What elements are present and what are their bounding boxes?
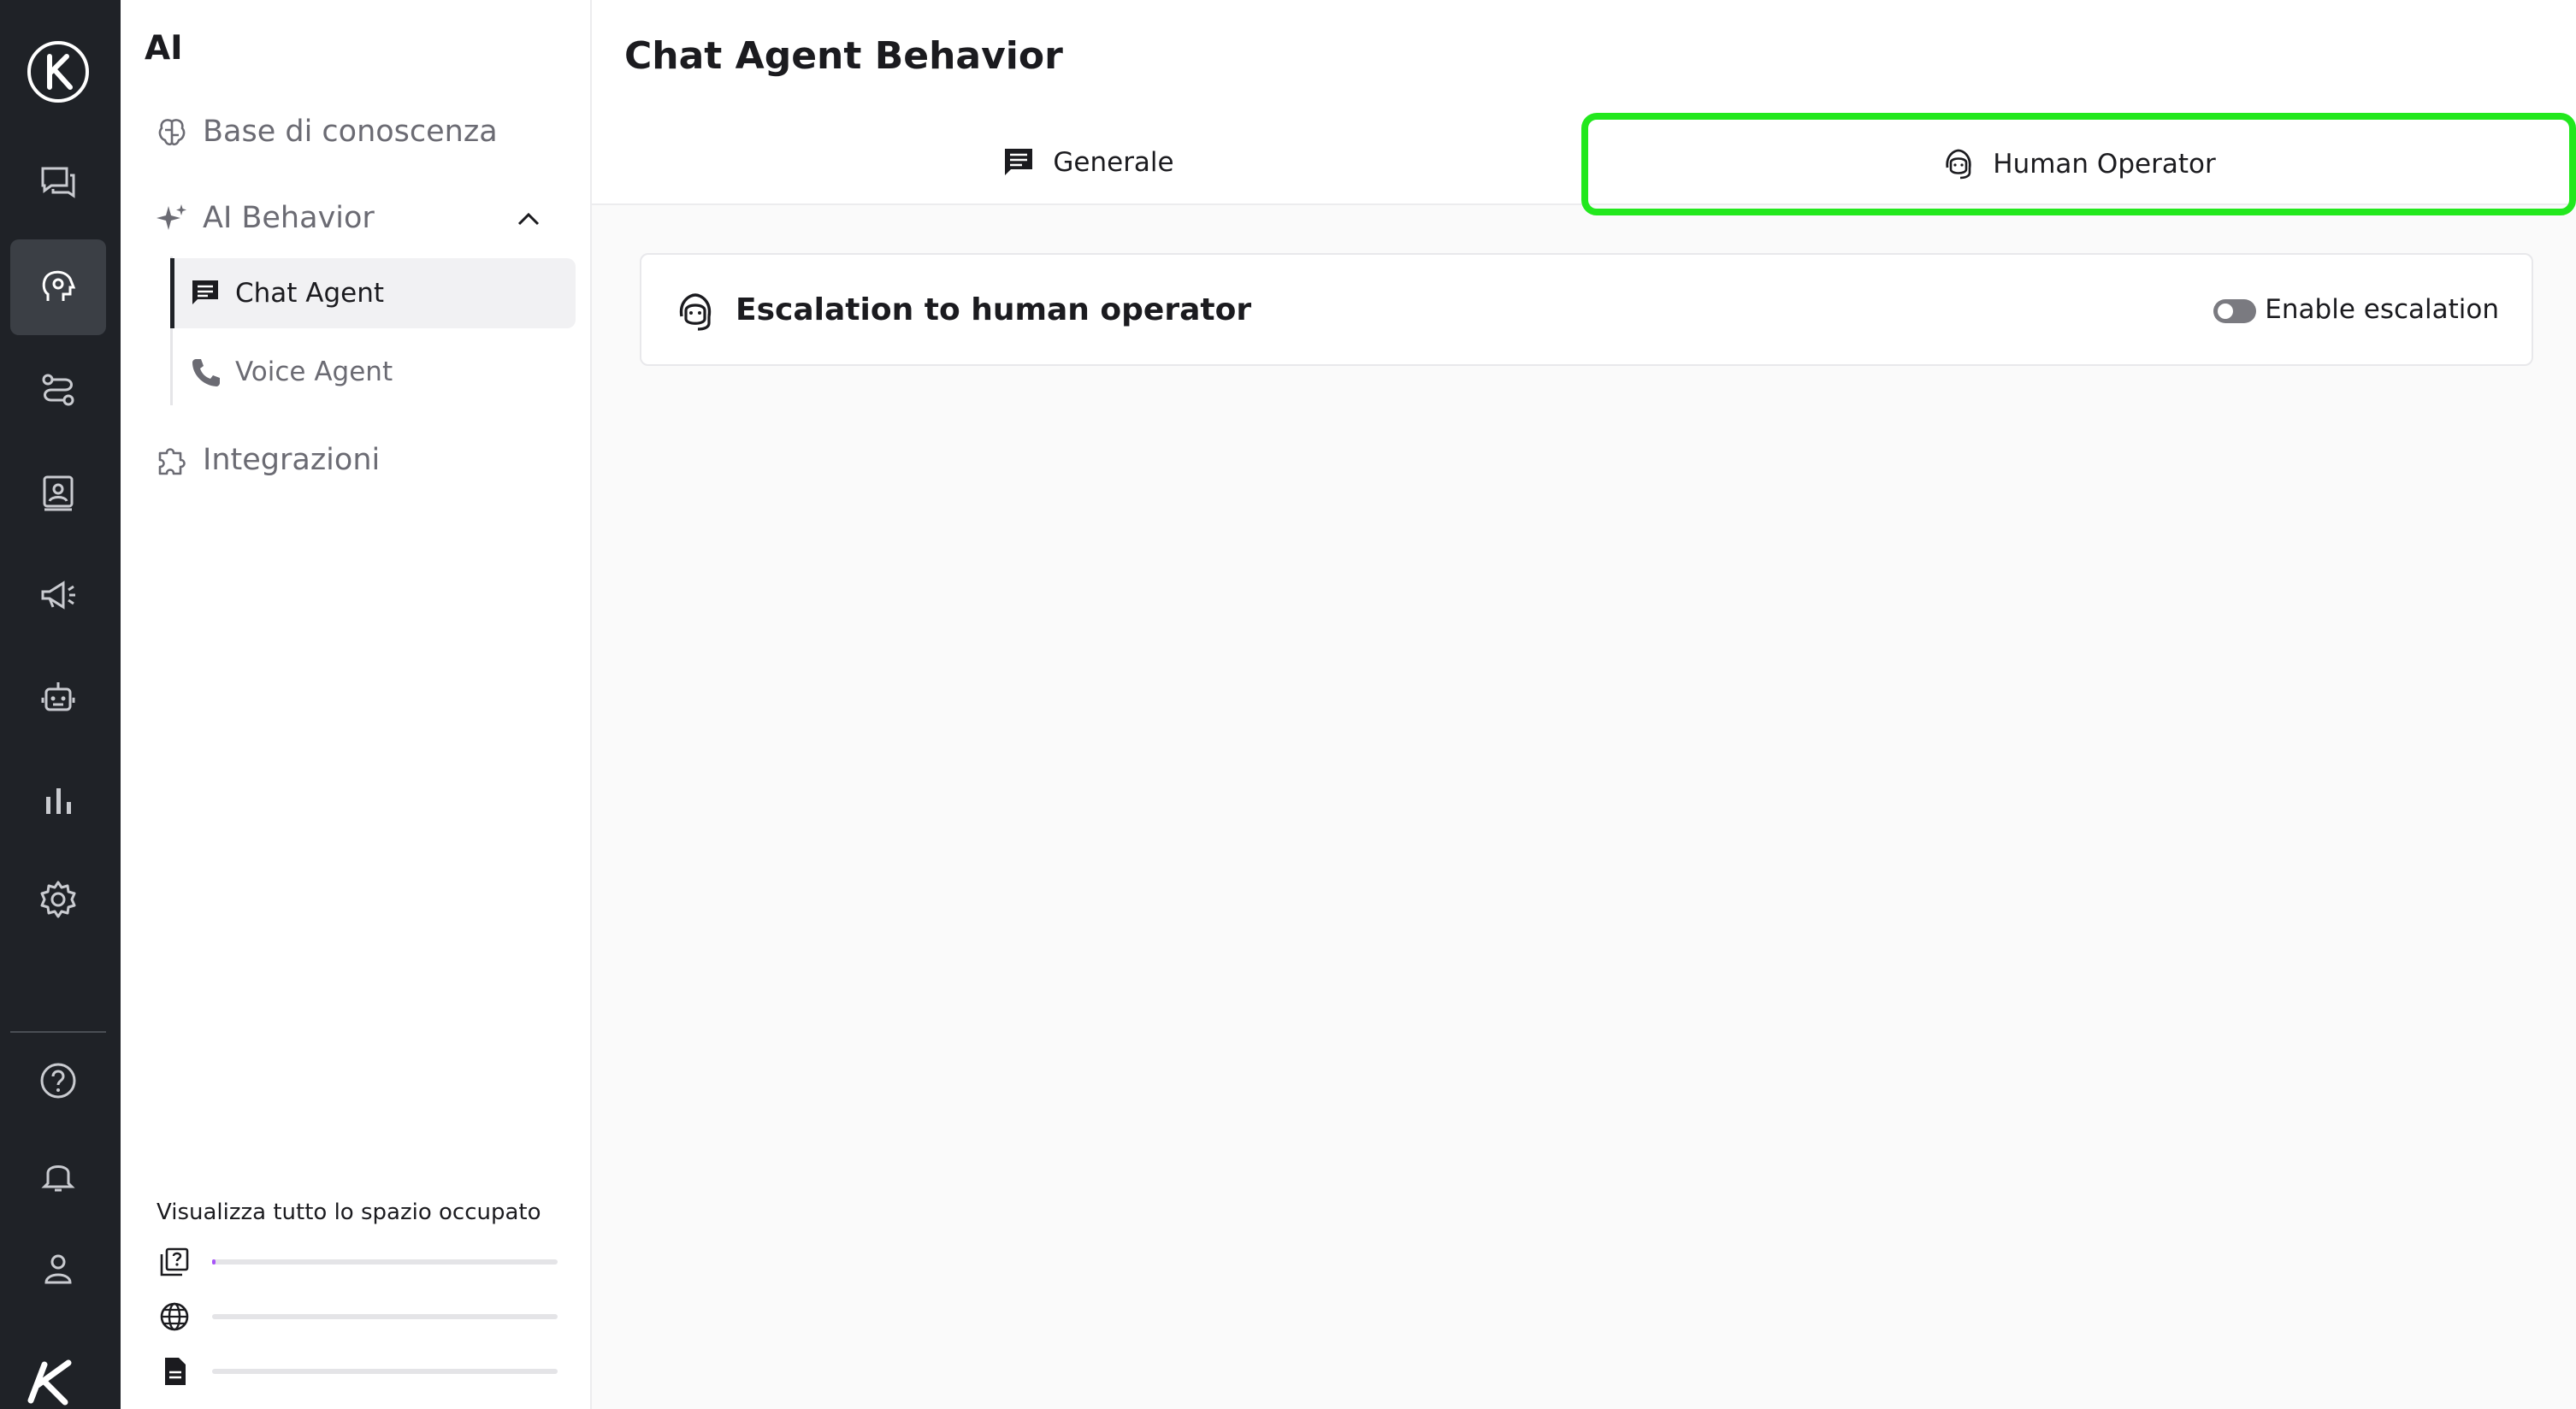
toggle-knob <box>2218 304 2233 319</box>
contacts-nav-button[interactable] <box>10 445 106 540</box>
sidebar-item-integrations[interactable]: Integrazioni <box>155 434 380 486</box>
brain-icon <box>158 119 186 146</box>
contacts-icon <box>43 475 74 511</box>
campaigns-nav-button[interactable] <box>10 547 106 643</box>
chat-icon <box>192 280 218 304</box>
icon-rail <box>0 0 121 1409</box>
storage-row-documents <box>158 1353 569 1390</box>
ai-head-icon <box>42 270 76 301</box>
storage-bar-documents <box>212 1369 558 1374</box>
headset-icon <box>1946 149 1971 180</box>
storage-bar-faq <box>212 1259 558 1265</box>
sparkle-icon <box>157 204 186 230</box>
storage-fill-faq <box>212 1259 216 1265</box>
analytics-nav-button[interactable] <box>10 752 106 848</box>
ai-nav-button[interactable] <box>10 239 106 335</box>
headset-icon <box>679 293 712 331</box>
profile-nav-button[interactable] <box>10 1221 106 1317</box>
megaphone-icon <box>41 581 75 610</box>
page-title: Chat Agent Behavior <box>624 34 1063 78</box>
sidebar-item-label: Base di conoscenza <box>203 115 498 149</box>
tab-bar: Generale Human Operator <box>592 113 2576 215</box>
document-icon <box>165 1358 186 1385</box>
card-title: Escalation to human operator <box>736 292 1252 327</box>
user-icon <box>44 1254 72 1284</box>
phone-icon <box>192 359 220 386</box>
sidebar-item-knowledge-base[interactable]: Base di conoscenza <box>155 106 498 157</box>
bell-icon <box>41 1165 75 1192</box>
gear-icon <box>40 881 76 918</box>
globe-icon <box>160 1302 189 1331</box>
sidebar-title: AI <box>145 29 183 68</box>
brand-logo-icon[interactable] <box>26 39 91 104</box>
sidebar-subitem-label: Chat Agent <box>235 278 385 309</box>
bots-nav-button[interactable] <box>10 650 106 746</box>
conversations-icon <box>41 167 75 198</box>
toggle-label[interactable]: Enable escalation <box>2265 294 2499 325</box>
storage-bar-web <box>212 1314 558 1319</box>
sidebar-subitem-label: Voice Agent <box>235 357 393 387</box>
help-nav-button[interactable] <box>10 1033 106 1129</box>
brand-mark-icon <box>27 1359 72 1406</box>
main-panel: Chat Agent Behavior Generale Human Opera… <box>592 0 2576 1409</box>
chat-icon <box>1005 149 1033 175</box>
sidebar-item-label: Integrazioni <box>203 443 381 477</box>
help-icon <box>40 1063 76 1099</box>
bar-chart-icon <box>46 788 71 814</box>
settings-nav-button[interactable] <box>10 852 106 947</box>
tab-human-operator[interactable]: Human Operator <box>1581 113 2576 215</box>
sidebar-item-label: AI Behavior <box>203 201 375 235</box>
escalation-card: Escalation to human operator Enable esca… <box>640 253 2533 366</box>
chevron-up-icon[interactable] <box>514 205 543 234</box>
route-icon <box>42 374 74 406</box>
flows-nav-button[interactable] <box>10 342 106 438</box>
tab-label: Generale <box>1053 147 1174 178</box>
storage-row-faq <box>158 1243 569 1281</box>
app-root: AI Base di conoscenza AI Behavior Chat A… <box>0 0 2576 1409</box>
storage-usage-link[interactable]: Visualizza tutto lo spazio occupato <box>157 1200 541 1225</box>
main-header: Chat Agent Behavior <box>592 0 2576 120</box>
faq-icon <box>160 1247 189 1276</box>
ai-sidebar: AI Base di conoscenza AI Behavior Chat A… <box>121 0 592 1409</box>
enable-escalation-toggle[interactable] <box>2213 299 2256 323</box>
tab-label: Human Operator <box>1993 149 2216 180</box>
robot-icon <box>41 682 75 711</box>
tab-generale[interactable]: Generale <box>592 120 1584 205</box>
sidebar-subitem-chat-agent[interactable]: Chat Agent <box>170 258 576 328</box>
conversations-nav-button[interactable] <box>10 134 106 230</box>
sidebar-item-ai-behavior[interactable]: AI Behavior <box>155 192 375 244</box>
storage-row-web <box>158 1298 569 1335</box>
notifications-nav-button[interactable] <box>10 1127 106 1223</box>
sidebar-subitem-voice-agent[interactable]: Voice Agent <box>170 337 576 407</box>
puzzle-icon <box>158 448 186 475</box>
